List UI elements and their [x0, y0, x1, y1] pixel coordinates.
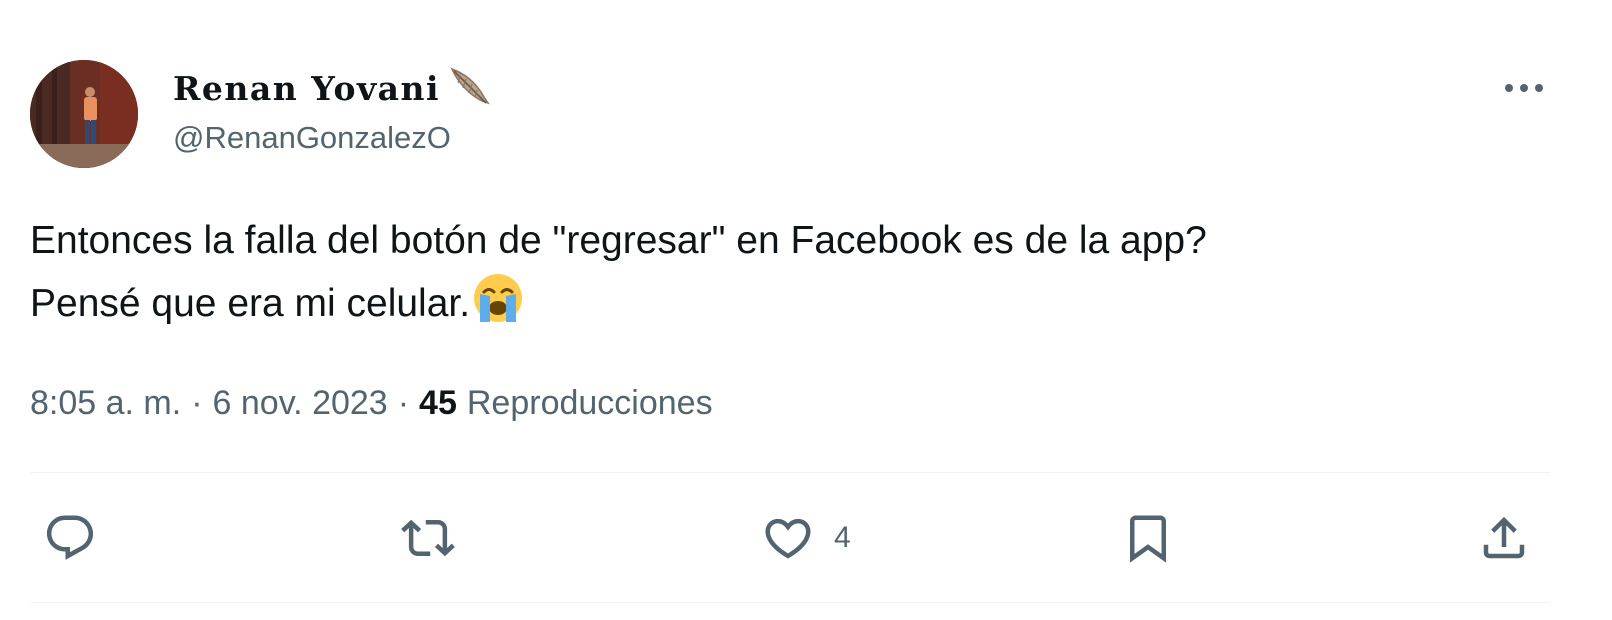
- tweet-text: Entonces la falla del botón de "regresar…: [30, 212, 1570, 333]
- tweet-text-line-1: Entonces la falla del botón de "regresar…: [30, 219, 1207, 262]
- tweet-actions-bar: 4: [0, 508, 1612, 568]
- loudly-crying-face-icon: [470, 270, 526, 326]
- meta-separator: ·: [397, 383, 410, 422]
- tweet-meta: 8:05 a. m. · 6 nov. 2023 · 45 Reproducci…: [30, 378, 713, 428]
- like-button[interactable]: 4: [760, 508, 851, 568]
- reply-icon: [42, 510, 98, 566]
- divider: [30, 602, 1550, 603]
- author-name-row[interactable]: Renan Yovani: [173, 66, 494, 110]
- feather-icon: [444, 63, 494, 113]
- views-count: 45: [419, 383, 457, 422]
- meta-separator: ·: [191, 383, 203, 422]
- reply-button[interactable]: [42, 508, 98, 568]
- retweet-button[interactable]: [400, 508, 456, 568]
- bookmark-button[interactable]: [1120, 508, 1176, 568]
- share-icon: [1476, 510, 1532, 566]
- bookmark-icon: [1120, 510, 1176, 566]
- tweet-text-line-2: Pensé que era mi celular.: [30, 282, 471, 325]
- retweet-icon: [400, 510, 456, 566]
- tweet-card: Renan Yovani @RenanGonzalezO Entonces la…: [0, 0, 1612, 620]
- tweet-time[interactable]: 8:05 a. m.: [30, 384, 181, 423]
- author-handle[interactable]: @RenanGonzalezO: [173, 120, 451, 156]
- divider: [30, 472, 1550, 473]
- avatar[interactable]: [30, 60, 138, 168]
- more-options-icon: [1505, 84, 1543, 92]
- more-options-button[interactable]: [1496, 68, 1552, 108]
- tweet-text-line-2-wrap: Pensé que era mi celular.: [30, 270, 1570, 333]
- views-label: Reproducciones: [466, 383, 713, 422]
- author-display-name[interactable]: Renan Yovani: [173, 69, 440, 108]
- share-button[interactable]: [1476, 508, 1532, 568]
- heart-icon: [760, 510, 816, 566]
- like-count: 4: [834, 521, 851, 554]
- tweet-date[interactable]: 6 nov. 2023: [213, 384, 388, 423]
